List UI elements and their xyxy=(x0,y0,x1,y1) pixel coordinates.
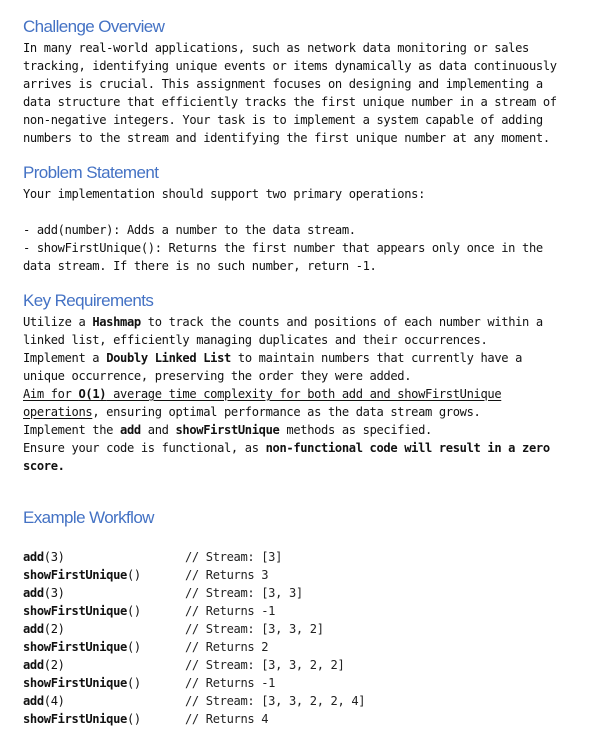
workflow-function-name: showFirstUnique xyxy=(23,604,127,618)
example-workflow-code: add(3)// Stream: [3] showFirstUnique()// … xyxy=(23,548,598,728)
requirement-dll: Implement a Doubly Linked List to mainta… xyxy=(23,349,522,367)
workflow-function-name: showFirstUnique xyxy=(23,568,127,582)
req-text: to maintain numbers that currently have … xyxy=(230,351,523,365)
example-workflow-heading: Example Workflow xyxy=(23,508,154,527)
overview-line: In many real-world applications, such as… xyxy=(23,41,529,55)
operation-add: - add(number): Adds a number to the data… xyxy=(23,223,356,237)
workflow-comment: // Returns -1 xyxy=(185,676,276,690)
requirement-hashmap: Utilize a Hashmap to track the counts an… xyxy=(23,313,543,331)
requirement-complexity-cont: operations, ensuring optimal performance… xyxy=(23,403,481,421)
workflow-function-args: () xyxy=(126,604,141,618)
workflow-call: add(3) xyxy=(23,584,65,602)
workflow-call: showFirstUnique() xyxy=(23,566,141,584)
workflow-comment: // Stream: [3] xyxy=(185,550,283,564)
workflow-comment: // Stream: [3, 3, 2, 2, 4] xyxy=(185,694,366,708)
workflow-function-name: add xyxy=(23,658,44,672)
workflow-function-name: showFirstUnique xyxy=(23,640,127,654)
req-text: Implement a xyxy=(23,351,107,365)
overview-line: numbers to the stream and identifying th… xyxy=(23,131,550,145)
req-text: Aim for xyxy=(23,387,79,401)
req-underlined-text: operations xyxy=(23,405,93,419)
workflow-function-name: add xyxy=(23,694,44,708)
req-text: Ensure your code is functional, as xyxy=(23,441,266,455)
workflow-call: add(4) xyxy=(23,692,65,710)
requirement-complexity: Aim for O(1) average time complexity for… xyxy=(23,385,502,403)
problem-intro: Your implementation should support two p… xyxy=(23,187,426,201)
workflow-call: showFirstUnique() xyxy=(23,674,141,692)
workflow-function-args: (3) xyxy=(43,586,65,600)
workflow-function-args: (2) xyxy=(43,658,65,672)
workflow-function-name: add xyxy=(23,550,44,564)
operation-show-first-unique: - showFirstUnique(): Returns the first n… xyxy=(23,241,543,255)
requirement-functional-cont: score. xyxy=(23,457,65,475)
workflow-call: showFirstUnique() xyxy=(23,602,141,620)
req-bold-hashmap: Hashmap xyxy=(92,315,141,329)
workflow-function-args: (3) xyxy=(43,550,65,564)
workflow-call: add(3) xyxy=(23,548,65,566)
workflow-call: showFirstUnique() xyxy=(23,638,141,656)
workflow-function-name: showFirstUnique xyxy=(23,712,127,726)
workflow-function-args: () xyxy=(126,676,141,690)
key-requirements-heading: Key Requirements xyxy=(23,291,154,310)
problem-statement-heading: Problem Statement xyxy=(23,163,159,182)
req-text: methods as specified. xyxy=(279,423,432,437)
workflow-function-args: (2) xyxy=(43,622,65,636)
requirement-functional: Ensure your code is functional, as non-f… xyxy=(23,439,550,457)
workflow-function-name: showFirstUnique xyxy=(23,676,127,690)
workflow-function-args: () xyxy=(126,640,141,654)
workflow-call: add(2) xyxy=(23,656,65,674)
req-text: Utilize a xyxy=(23,315,93,329)
operation-show-first-unique-cont: data stream. If there is no such number,… xyxy=(23,259,377,273)
req-bold-dll: Doubly Linked List xyxy=(106,351,231,365)
overview-line: data structure that efficiently tracks t… xyxy=(23,95,557,109)
overview-line: tracking, identifying unique events or i… xyxy=(23,59,557,73)
overview-line: arrives is crucial. This assignment focu… xyxy=(23,77,543,91)
workflow-function-args: () xyxy=(126,712,141,726)
workflow-function-args: () xyxy=(126,568,141,582)
workflow-comment: // Returns 2 xyxy=(185,640,269,654)
overview-line: non-negative integers. Your task is to i… xyxy=(23,113,543,127)
requirement-dll-cont: unique occurrence, preserving the order … xyxy=(23,369,412,383)
requirement-methods: Implement the add and showFirstUnique me… xyxy=(23,421,432,439)
req-text: , ensuring optimal performance as the da… xyxy=(92,405,481,419)
workflow-comment: // Returns -1 xyxy=(185,604,276,618)
challenge-overview-heading: Challenge Overview xyxy=(23,17,165,36)
req-bold-o1: O(1) xyxy=(78,387,107,401)
req-text: and xyxy=(140,423,176,437)
req-bold-show-first-unique: showFirstUnique xyxy=(175,423,280,437)
req-bold-add: add xyxy=(120,423,141,437)
req-text: to track the counts and positions of eac… xyxy=(140,315,543,329)
req-bold-warning: non-functional code will result in a zer… xyxy=(265,441,551,455)
workflow-call: add(2) xyxy=(23,620,65,638)
req-text: Implement the xyxy=(23,423,121,437)
requirement-hashmap-cont: linked list, efficiently managing duplic… xyxy=(23,333,488,347)
workflow-comment: // Returns 3 xyxy=(185,568,269,582)
req-text: average time complexity for both add and… xyxy=(106,387,502,401)
workflow-comment: // Returns 4 xyxy=(185,712,269,726)
workflow-call: showFirstUnique() xyxy=(23,710,141,728)
workflow-comment: // Stream: [3, 3, 2, 2] xyxy=(185,658,345,672)
req-bold-warning-cont: score. xyxy=(23,459,65,473)
workflow-function-name: add xyxy=(23,622,44,636)
workflow-function-args: (4) xyxy=(43,694,65,708)
workflow-function-name: add xyxy=(23,586,44,600)
workflow-comment: // Stream: [3, 3] xyxy=(185,586,303,600)
workflow-comment: // Stream: [3, 3, 2] xyxy=(185,622,324,636)
